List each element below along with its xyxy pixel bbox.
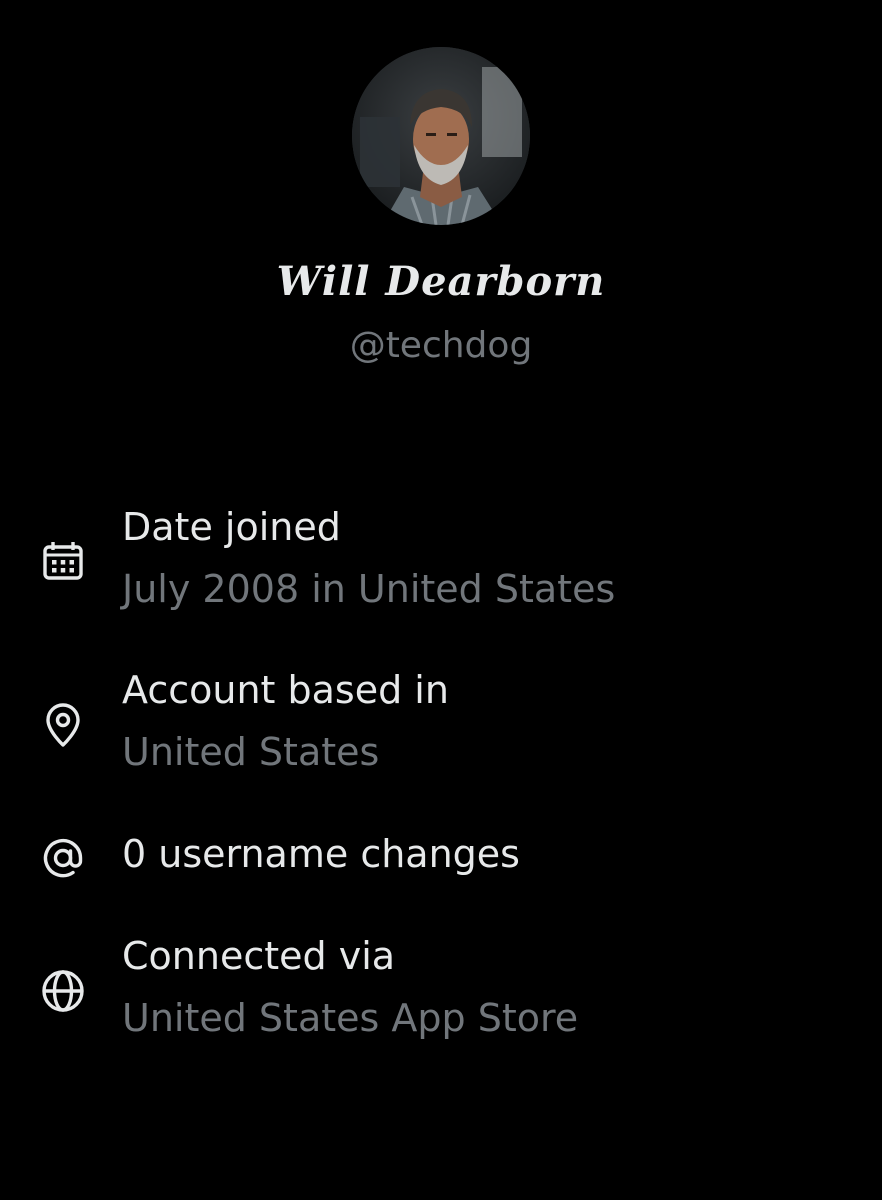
connected-via-value: United States App Store xyxy=(122,996,579,1040)
account-based-in-label: Account based in xyxy=(122,668,449,712)
globe-icon xyxy=(39,967,87,1015)
display-name: Will Dearborn xyxy=(276,258,606,305)
connected-via-label: Connected via xyxy=(122,934,396,978)
date-joined-label: Date joined xyxy=(122,505,341,549)
calendar-icon xyxy=(39,538,87,586)
username-handle: @techdog xyxy=(349,325,533,366)
account-based-in-value: United States xyxy=(122,730,380,774)
date-joined-value: July 2008 in United States xyxy=(122,567,616,611)
avatar-image xyxy=(352,47,530,225)
avatar[interactable] xyxy=(352,47,530,225)
at-sign-icon xyxy=(39,834,87,882)
username-changes-label: 0 username changes xyxy=(122,832,520,876)
location-pin-icon xyxy=(39,701,87,749)
